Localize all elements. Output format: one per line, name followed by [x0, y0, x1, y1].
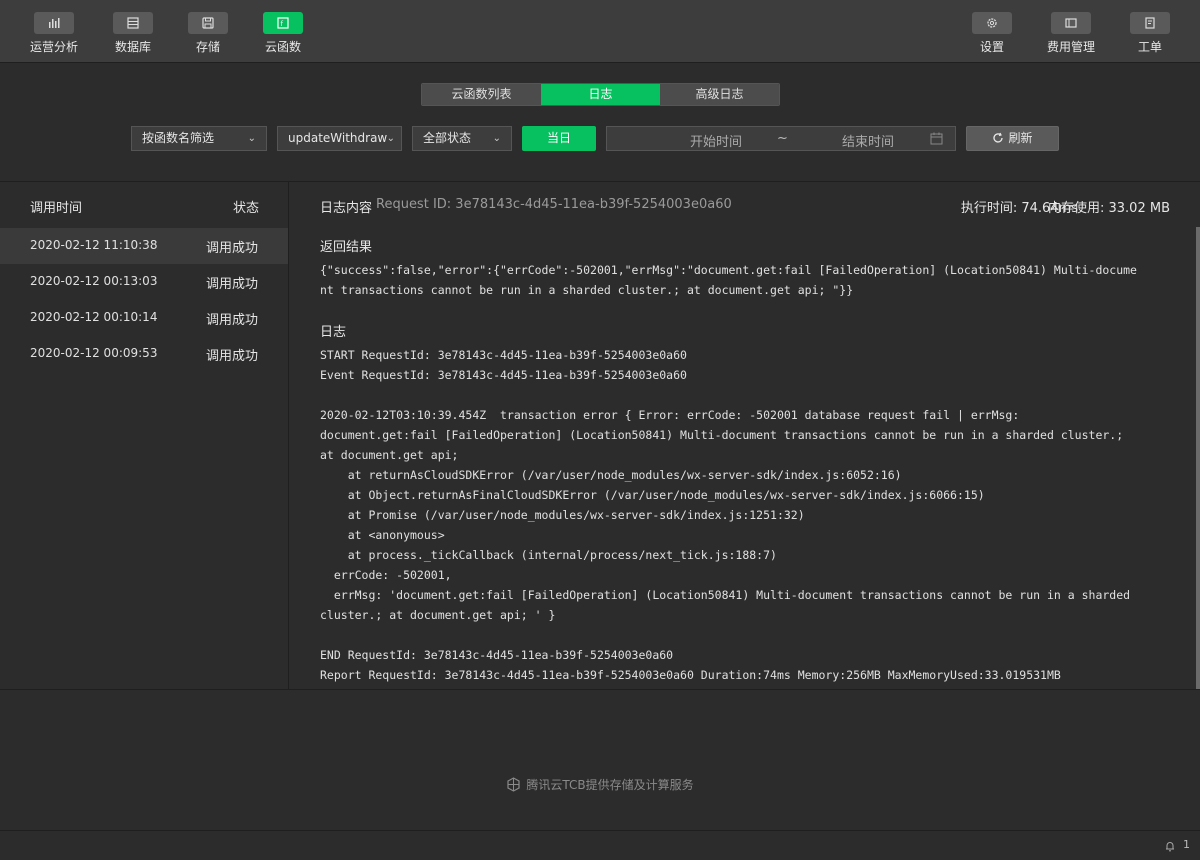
tab-function-list[interactable]: 云函数列表: [422, 84, 541, 105]
invocation-time: 2020-02-12 00:10:14: [30, 310, 158, 324]
log-line: 2020-02-12T03:10:39.454Z transaction err…: [320, 408, 1020, 422]
end-time-input[interactable]: 结束时间: [830, 131, 906, 150]
log-line: errCode: -502001,: [320, 568, 452, 582]
tool-settings[interactable]: 设置: [962, 12, 1022, 55]
date-range-separator: ~: [777, 131, 788, 146]
billing-icon: [1051, 12, 1091, 34]
invocation-time: 2020-02-12 11:10:38: [30, 238, 158, 252]
database-icon: [113, 12, 153, 34]
tcb-logo-icon: [507, 777, 520, 792]
tool-label: 设置: [979, 40, 1004, 54]
log-line: Report RequestId: 3e78143c-4d45-11ea-b39…: [320, 668, 1061, 682]
refresh-icon: [993, 132, 1004, 143]
log-line: START RequestId: 3e78143c-4d45-11ea-b39f…: [320, 348, 687, 362]
invocation-status: 调用成功: [205, 241, 258, 256]
log-scrollbar[interactable]: [1196, 227, 1200, 689]
function-filter-select[interactable]: 按函数名筛选 ⌄: [131, 126, 267, 151]
status-bar: 1: [0, 830, 1200, 860]
invocation-list-header: 调用时间 状态: [0, 182, 289, 227]
log-line: Event RequestId: 3e78143c-4d45-11ea-b39f…: [320, 368, 687, 382]
notification-count: 1: [1183, 838, 1190, 851]
col-status: 状态: [232, 201, 259, 216]
log-line: at document.get api;: [320, 448, 459, 462]
calendar-icon: [930, 132, 943, 145]
chevron-down-icon: ⌄: [247, 133, 256, 144]
tab-logs[interactable]: 日志: [541, 84, 660, 105]
invocation-time: 2020-02-12 00:13:03: [30, 274, 158, 288]
bell-icon[interactable]: [1164, 840, 1176, 852]
invocation-status: 调用成功: [205, 313, 258, 328]
tool-storage[interactable]: 存储: [178, 12, 238, 55]
log-line: at Promise (/var/user/node_modules/wx-se…: [320, 508, 805, 522]
chevron-down-icon: ⌄: [386, 133, 395, 144]
invocation-status: 调用成功: [205, 349, 258, 364]
tool-label: 云函数: [264, 40, 301, 54]
log-line: at returnAsCloudSDKError (/var/user/node…: [320, 468, 902, 482]
log-line: ​: [320, 625, 1180, 645]
invocation-row[interactable]: 2020-02-12 00:09:53 调用成功: [0, 336, 288, 372]
footer-text: 腾讯云TCB提供存储及计算服务: [526, 778, 694, 792]
request-id: Request ID: 3e78143c-4d45-11ea-b39f-5254…: [376, 197, 732, 212]
log-line: errMsg: 'document.get:fail [FailedOperat…: [320, 588, 1131, 602]
log-body: START RequestId: 3e78143c-4d45-11ea-b39f…: [320, 345, 1180, 685]
log-detail-header: 日志内容 Request ID: 3e78143c-4d45-11ea-b39f…: [290, 182, 1200, 227]
log-line: document.get:fail [FailedOperation] (Loc…: [320, 428, 1124, 442]
gear-icon: [972, 12, 1012, 34]
tool-ticket[interactable]: 工单: [1120, 12, 1180, 55]
tool-label: 存储: [195, 40, 220, 54]
svg-text:f: f: [281, 20, 284, 28]
date-range-picker[interactable]: 开始时间 ~ 结束时间: [606, 126, 956, 151]
result-body: {"success":false,"error":{"errCode":-502…: [320, 260, 1180, 300]
result-line: {"success":false,"error":{"errCode":-502…: [320, 263, 1137, 277]
log-line: cluster.; at document.get api; ' }: [320, 608, 556, 622]
top-toolbar: 运营分析 数据库 存储 f 云函数 设置 费用管理 工单: [0, 0, 1200, 63]
tool-label: 工单: [1137, 40, 1162, 54]
invocation-list: 调用时间 状态 2020-02-12 11:10:38 调用成功 2020-02…: [0, 182, 289, 690]
tool-operations-analysis[interactable]: 运营分析: [24, 12, 84, 55]
result-line: nt transactions cannot be run in a shard…: [320, 283, 854, 297]
start-time-input[interactable]: 开始时间: [678, 131, 754, 150]
log-detail-panel: 日志内容 Request ID: 3e78143c-4d45-11ea-b39f…: [290, 182, 1200, 690]
invocation-status: 调用成功: [205, 277, 258, 292]
function-name-value: updateWithdraw: [288, 131, 388, 145]
tool-cloud-function[interactable]: f 云函数: [253, 12, 313, 55]
ticket-icon: [1130, 12, 1170, 34]
log-section-title: 日志: [320, 325, 347, 340]
tool-label: 运营分析: [29, 40, 78, 54]
log-content-title: 日志内容: [320, 201, 373, 216]
log-line: at Object.returnAsFinalCloudSDKError (/v…: [320, 488, 985, 502]
chevron-down-icon: ⌄: [492, 133, 501, 144]
status-filter-select[interactable]: 全部状态 ⌄: [412, 126, 512, 151]
log-line: ​: [320, 385, 1180, 405]
function-filter-label: 按函数名筛选: [142, 131, 215, 145]
function-name-select[interactable]: updateWithdraw ⌄: [277, 126, 402, 151]
tool-label: 数据库: [114, 40, 151, 54]
log-line: at process._tickCallback (internal/proce…: [320, 548, 777, 562]
invocation-row[interactable]: 2020-02-12 00:13:03 调用成功: [0, 264, 288, 300]
footer-credit: 腾讯云TCB提供存储及计算服务: [0, 776, 1200, 793]
tool-billing[interactable]: 费用管理: [1041, 12, 1101, 55]
refresh-label: 刷新: [1008, 131, 1033, 145]
save-icon: [188, 12, 228, 34]
tab-advanced-logs[interactable]: 高级日志: [660, 84, 779, 105]
tool-database[interactable]: 数据库: [103, 12, 163, 55]
today-button[interactable]: 当日: [522, 126, 596, 151]
memory-usage: 内存使用: 33.02 MB: [1048, 201, 1170, 216]
log-line: END RequestId: 3e78143c-4d45-11ea-b39f-5…: [320, 648, 674, 662]
invocation-time: 2020-02-12 00:09:53: [30, 346, 158, 360]
invocation-row[interactable]: 2020-02-12 00:10:14 调用成功: [0, 300, 288, 336]
invocation-row[interactable]: 2020-02-12 11:10:38 调用成功: [0, 228, 288, 264]
cloud-function-icon: f: [263, 12, 303, 34]
tool-label: 费用管理: [1046, 40, 1095, 54]
result-section-title: 返回结果: [320, 240, 373, 255]
log-tabs: 云函数列表 日志 高级日志: [421, 83, 780, 106]
chart-bar-icon: [34, 12, 74, 34]
log-line: at <anonymous>: [320, 528, 445, 542]
status-filter-label: 全部状态: [423, 131, 472, 145]
col-invocation-time: 调用时间: [30, 201, 83, 216]
refresh-button[interactable]: 刷新: [966, 126, 1059, 151]
